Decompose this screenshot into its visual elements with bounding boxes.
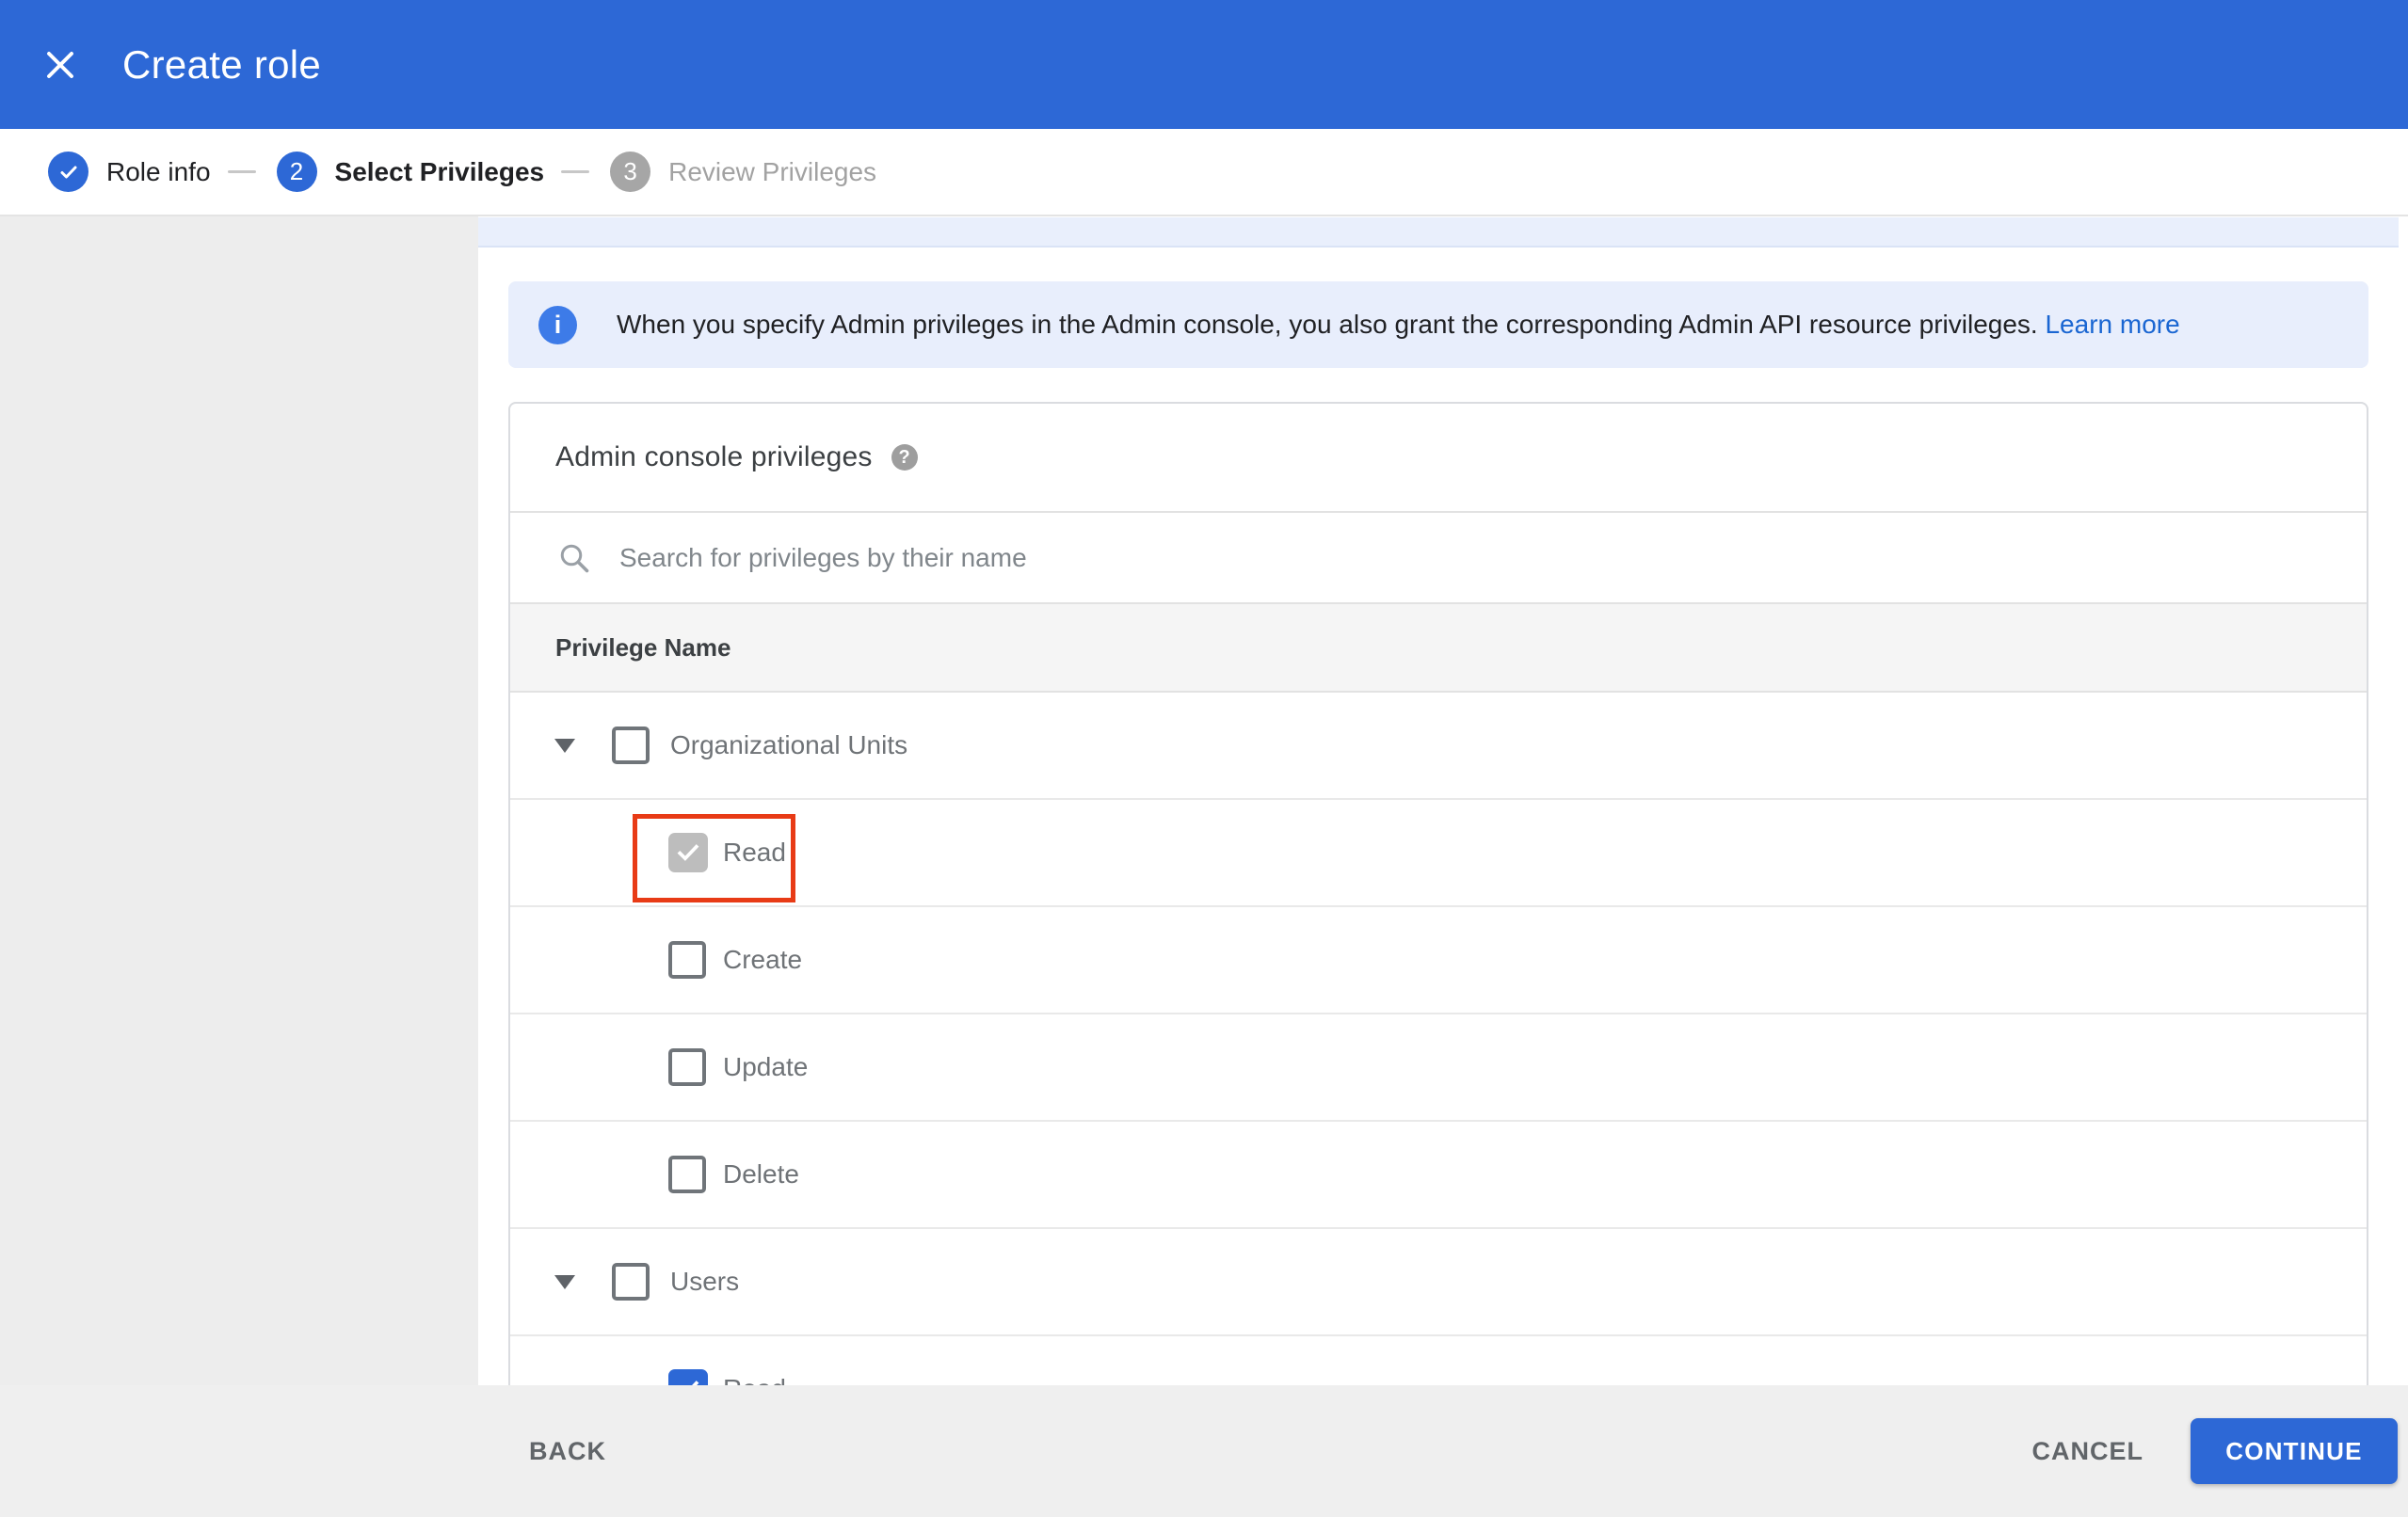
privilege-row-group: Organizational Units xyxy=(510,693,2367,800)
footer-bar: BACK CANCEL CONTINUE xyxy=(0,1385,2408,1517)
dialog-header: Create role xyxy=(0,0,2408,129)
privilege-label: Create xyxy=(723,945,803,974)
checkbox-users[interactable] xyxy=(612,1263,650,1301)
create-role-dialog: Create role Role info 2 Select Privilege… xyxy=(0,0,2408,1517)
search-input[interactable] xyxy=(619,542,1937,573)
info-banner-message: When you specify Admin privileges in the… xyxy=(617,310,2038,339)
step-review-privileges[interactable]: 3 Review Privileges xyxy=(610,152,876,192)
continue-button[interactable]: CONTINUE xyxy=(2191,1418,2398,1484)
column-header-privilege-name: Privilege Name xyxy=(555,632,731,662)
search-icon xyxy=(560,544,589,572)
step-connector xyxy=(561,170,590,173)
checkbox-create[interactable] xyxy=(668,941,706,979)
privileges-card: Admin console privileges ? Privilege Nam… xyxy=(508,402,2368,1445)
privilege-label: Organizational Units xyxy=(670,730,908,759)
collapse-triangle-icon[interactable] xyxy=(554,1275,575,1289)
card-header: Admin console privileges ? xyxy=(510,404,2367,511)
step-role-info[interactable]: Role info xyxy=(48,152,211,192)
checkbox-delete[interactable] xyxy=(668,1156,706,1193)
help-icon[interactable]: ? xyxy=(891,444,918,471)
stepper: Role info 2 Select Privileges 3 Review P… xyxy=(0,129,2408,216)
step-label: Role info xyxy=(106,156,211,186)
privilege-row-child: Read xyxy=(510,800,2367,907)
back-button[interactable]: BACK xyxy=(529,1437,606,1466)
privilege-label: Delete xyxy=(723,1159,799,1189)
checkbox-organizational-units[interactable] xyxy=(612,727,650,764)
left-gray-panel xyxy=(0,216,478,1385)
cancel-button[interactable]: CANCEL xyxy=(2032,1437,2144,1466)
step-label: Select Privileges xyxy=(334,156,545,186)
step-completed-check-icon xyxy=(48,152,88,192)
step-number-badge: 3 xyxy=(610,152,651,192)
privilege-row-child: Update xyxy=(510,1014,2367,1122)
collapse-triangle-icon[interactable] xyxy=(554,739,575,753)
privilege-row-child: Delete xyxy=(510,1122,2367,1229)
section-title: Admin console privileges xyxy=(555,441,873,472)
step-label: Review Privileges xyxy=(668,156,877,186)
checkbox-read-checked-disabled[interactable] xyxy=(668,833,708,872)
checkbox-update[interactable] xyxy=(668,1048,706,1086)
privilege-label: Update xyxy=(723,1052,809,1081)
privilege-row-child: Create xyxy=(510,907,2367,1014)
close-icon[interactable] xyxy=(26,31,94,99)
privilege-label: Users xyxy=(670,1267,740,1296)
step-select-privileges[interactable]: 2 Select Privileges xyxy=(276,152,545,192)
learn-more-link[interactable]: Learn more xyxy=(2045,310,2179,339)
privilege-label: Read xyxy=(723,838,786,867)
privilege-search-row xyxy=(510,511,2367,602)
step-connector xyxy=(227,170,256,173)
info-icon: i xyxy=(538,305,577,344)
page-title: Create role xyxy=(122,41,322,87)
table-header: Privilege Name xyxy=(510,602,2367,693)
info-banner-text: When you specify Admin privileges in the… xyxy=(617,310,2180,340)
privilege-row-group: Users xyxy=(510,1229,2367,1336)
step-number-badge: 2 xyxy=(276,152,317,192)
info-banner: i When you specify Admin privileges in t… xyxy=(508,281,2368,368)
content-top-band xyxy=(478,217,2399,248)
